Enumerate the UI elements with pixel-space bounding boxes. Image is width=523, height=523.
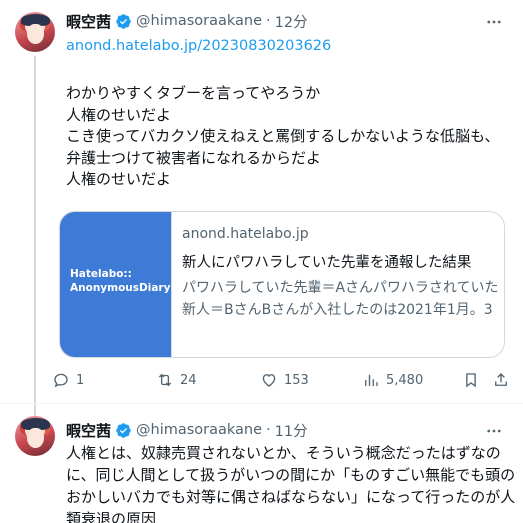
display-name[interactable]: 暇空茜: [66, 11, 111, 32]
tweet-link[interactable]: anond.hatelabo.jp/20230830203626: [66, 38, 331, 54]
reply-button[interactable]: 1: [52, 370, 84, 390]
separator-dot: ·: [266, 13, 271, 29]
link-preview-card[interactable]: Hatelabo:: AnonymousDiary anond.hatelabo…: [59, 211, 505, 358]
tweet-header: 暇空茜 @himasoraakane · 11分: [66, 420, 308, 440]
retweet-icon: [158, 373, 172, 387]
separator-dot: ·: [266, 422, 271, 438]
card-info: anond.hatelabo.jp 新人にパワハラしていた先輩を通報した結果 パ…: [182, 226, 500, 321]
timestamp[interactable]: 12分: [275, 11, 308, 32]
views-button[interactable]: 5,480: [362, 370, 423, 390]
timestamp[interactable]: 11分: [275, 420, 308, 441]
views-count: 5,480: [386, 372, 424, 388]
verified-badge-icon: [116, 422, 131, 438]
thumbnail-logo-line2: AnonymousDiary: [70, 282, 171, 294]
share-icon: [495, 373, 507, 386]
like-count: 153: [284, 372, 309, 388]
more-icon[interactable]: [484, 421, 504, 441]
like-icon: [262, 374, 276, 387]
user-handle[interactable]: @himasoraakane: [136, 422, 262, 438]
bookmark-button[interactable]: [462, 370, 480, 390]
avatar[interactable]: [15, 12, 55, 52]
avatar[interactable]: [15, 416, 55, 456]
thread-connector-line: [34, 56, 36, 416]
more-icon[interactable]: [484, 12, 504, 32]
display-name[interactable]: 暇空茜: [66, 420, 111, 441]
card-thumbnail: Hatelabo:: AnonymousDiary: [60, 212, 172, 357]
tweet-header: 暇空茜 @himasoraakane · 12分: [66, 11, 308, 31]
tweet[interactable]: 暇空茜 @himasoraakane · 12分 anond.hatelabo.…: [0, 0, 523, 416]
card-description: パワハラしていた先輩＝Aさんパワハラされていた新人＝BさんBさんが入社したのは2…: [182, 280, 499, 318]
like-button[interactable]: 153: [260, 370, 309, 390]
tweet-text: 人権とは、奴隷売買されないとか、そういう概念だったはずなのに、同じ人間として扱う…: [66, 444, 516, 523]
share-button[interactable]: [492, 370, 510, 390]
retweet-button[interactable]: 24: [156, 370, 197, 390]
reply-icon: [54, 373, 68, 388]
card-title: 新人にパワハラしていた先輩を通報した結果: [182, 255, 472, 271]
reply-count: 1: [76, 372, 85, 388]
thumbnail-logo-line1: Hatelabo::: [70, 268, 132, 280]
user-handle[interactable]: @himasoraakane: [136, 13, 262, 29]
bookmark-icon: [466, 373, 476, 388]
tweet-divider: [0, 403, 523, 404]
card-domain: anond.hatelabo.jp: [182, 226, 309, 242]
verified-badge-icon: [116, 13, 131, 29]
views-icon: [365, 374, 378, 386]
tweet-text: わかりやすくタブーを言ってやろうか 人権のせいだよ こき使ってバカクソ使えねえと…: [66, 84, 500, 188]
retweet-count: 24: [180, 372, 197, 388]
tweet-actions: 1 24 153 5,480: [52, 370, 512, 390]
